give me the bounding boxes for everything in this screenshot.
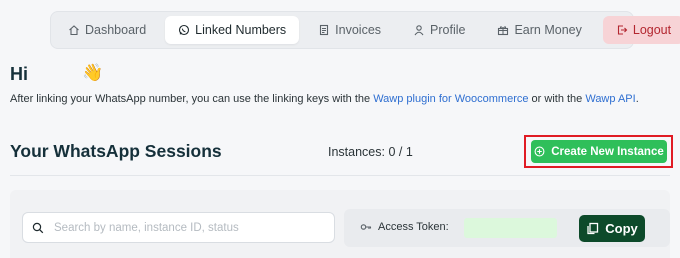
wawp-api-link[interactable]: Wawp API bbox=[585, 93, 635, 105]
tab-linked-numbers[interactable]: Linked Numbers bbox=[165, 16, 300, 44]
create-new-instance-label: Create New Instance bbox=[551, 145, 664, 158]
tab-earn-money-label: Earn Money bbox=[514, 23, 582, 37]
tab-invoices[interactable]: Invoices bbox=[305, 16, 394, 44]
tab-dashboard-label: Dashboard bbox=[85, 23, 147, 37]
gift-icon bbox=[497, 24, 509, 36]
copy-label: Copy bbox=[605, 221, 638, 236]
intro-text-middle: or with the bbox=[528, 93, 586, 105]
tab-linked-numbers-label: Linked Numbers bbox=[195, 23, 287, 37]
section-divider bbox=[10, 175, 670, 176]
tab-dashboard[interactable]: Dashboard bbox=[55, 16, 159, 44]
tab-profile[interactable]: Profile bbox=[400, 16, 478, 44]
search-icon bbox=[32, 222, 44, 234]
tab-invoices-label: Invoices bbox=[335, 23, 382, 37]
tab-earn-money[interactable]: Earn Money bbox=[484, 16, 594, 44]
wawp-plugin-link[interactable]: Wawp plugin for Woocommerce bbox=[373, 93, 528, 105]
sessions-title: Your WhatsApp Sessions bbox=[10, 141, 222, 161]
invoice-icon bbox=[318, 24, 330, 36]
tab-profile-label: Profile bbox=[430, 23, 466, 37]
top-nav: Dashboard Linked Numbers Invoices Profil… bbox=[50, 11, 680, 49]
logout-icon bbox=[616, 24, 628, 36]
intro-text-before: After linking your WhatsApp number, you … bbox=[10, 93, 374, 105]
copy-button[interactable]: Copy bbox=[579, 215, 645, 242]
intro-text: After linking your WhatsApp number, you … bbox=[10, 93, 675, 105]
copy-icon bbox=[586, 222, 599, 235]
key-icon bbox=[360, 221, 372, 233]
access-token-label-group: Access Token: bbox=[360, 221, 449, 233]
whatsapp-icon bbox=[178, 24, 190, 36]
search-box bbox=[22, 212, 335, 243]
access-token-value bbox=[464, 218, 557, 238]
search-input[interactable] bbox=[54, 221, 314, 234]
logout-label: Logout bbox=[632, 23, 672, 37]
access-token-label: Access Token: bbox=[378, 221, 449, 233]
instances-count: Instances: 0 / 1 bbox=[328, 145, 413, 159]
intro-text-after: . bbox=[635, 93, 639, 105]
user-icon bbox=[413, 24, 425, 36]
home-icon bbox=[68, 24, 80, 36]
logout-button[interactable]: Logout bbox=[602, 16, 680, 44]
plus-circle-icon bbox=[534, 146, 546, 158]
wave-emoji: 👋 bbox=[82, 63, 104, 82]
create-new-instance-button[interactable]: Create New Instance bbox=[531, 140, 667, 163]
greeting-heading: Hi bbox=[10, 64, 28, 84]
